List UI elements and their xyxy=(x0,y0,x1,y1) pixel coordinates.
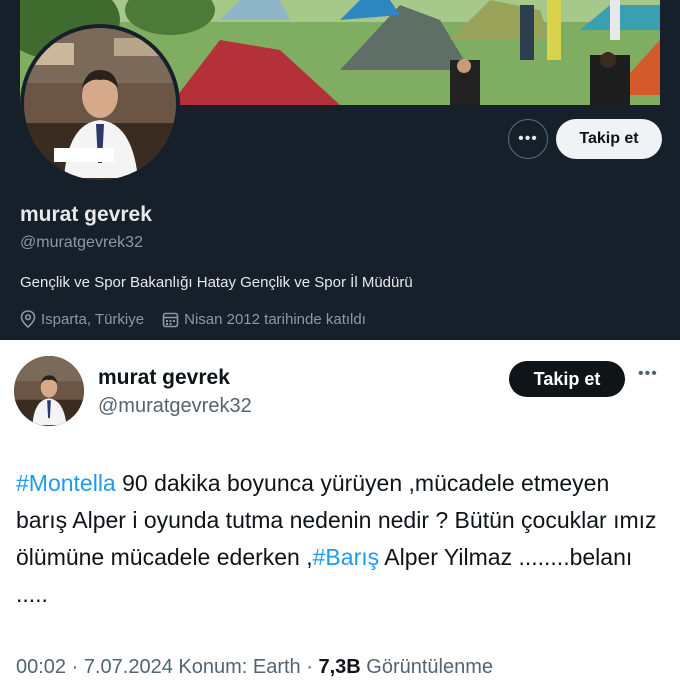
more-options-button[interactable]: ••• xyxy=(508,119,548,159)
tweet-author-avatar[interactable] xyxy=(14,356,84,426)
avatar-photo xyxy=(24,28,176,180)
meta-separator: · xyxy=(300,656,319,678)
profile-header: ••• Takip et murat gevrek @muratgevrek32… xyxy=(0,0,680,340)
meta-separator: · xyxy=(66,656,84,678)
tweet-text: #Montella 90 dakika boyunca yürüyen ,müc… xyxy=(16,465,666,613)
hashtag-baris[interactable]: #Barış xyxy=(313,544,379,570)
tweet-time[interactable]: 00:02 xyxy=(16,656,66,678)
calendar-icon xyxy=(162,312,179,327)
author-avatar-photo xyxy=(14,356,84,426)
hashtag-montella[interactable]: #Montella xyxy=(16,470,116,496)
profile-location: Isparta, Türkiye xyxy=(41,310,145,328)
tweet-more-icon[interactable]: ••• xyxy=(638,365,658,383)
profile-joined-date: Nisan 2012 tarihinde katıldı xyxy=(184,310,366,328)
tweet-author-handle[interactable]: @muratgevrek32 xyxy=(98,395,252,418)
profile-name: murat gevrek xyxy=(20,203,152,226)
more-options-icon: ••• xyxy=(518,130,538,147)
tweet-meta: 00:02 · 7.07.2024 Konum: Earth · 7,3B Gö… xyxy=(16,656,493,679)
profile-meta: Isparta, Türkiye Nisan 2012 tarihinde ka… xyxy=(20,310,366,328)
tweet-date[interactable]: 7.07.2024 xyxy=(84,656,173,678)
tweet-author-name[interactable]: murat gevrek xyxy=(98,366,230,390)
tweet-views-label: Görüntülenme xyxy=(360,656,493,678)
tweet-location: Konum: Earth xyxy=(172,656,301,678)
profile-handle: @muratgevrek32 xyxy=(20,234,143,251)
follow-button[interactable]: Takip et xyxy=(556,119,662,159)
profile-bio: Gençlik ve Spor Bakanlığı Hatay Gençlik … xyxy=(20,274,413,291)
location-pin-icon xyxy=(20,310,36,328)
tweet-follow-button[interactable]: Takip et xyxy=(509,361,625,397)
profile-avatar[interactable] xyxy=(20,24,180,184)
tweet-views-count: 7,3B xyxy=(318,656,361,678)
